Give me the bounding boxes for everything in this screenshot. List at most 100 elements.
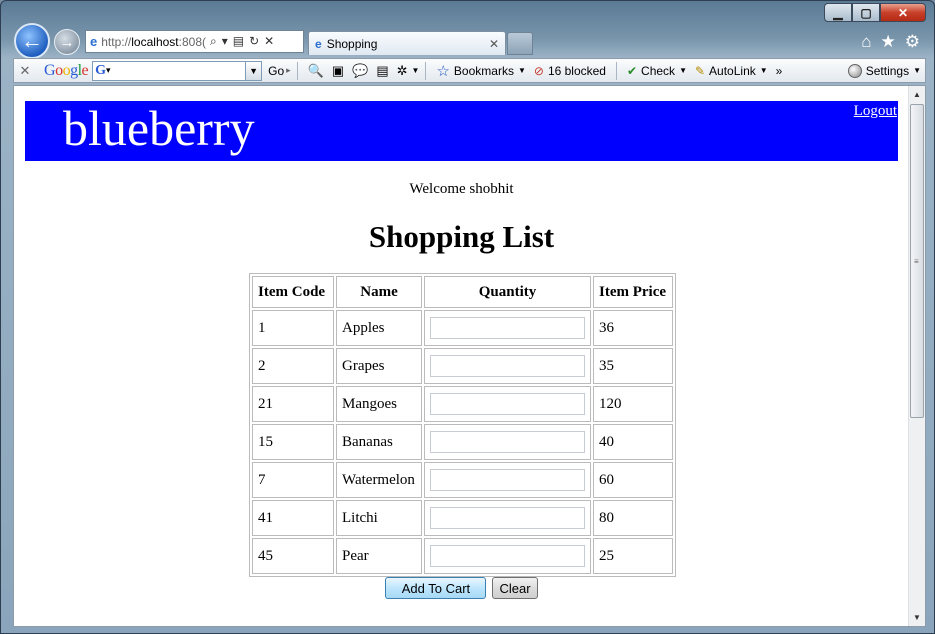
quantity-cell — [424, 424, 591, 460]
item-name-cell: Watermelon — [336, 462, 422, 498]
home-icon[interactable]: ⌂ — [861, 32, 871, 52]
search-options-icon[interactable]: 🔍 — [308, 63, 324, 79]
bookmark-star-icon: ☆ — [436, 62, 450, 80]
quantity-input[interactable] — [430, 469, 585, 491]
google-toolbar: ✕ Google G ▾ ▼ Go ▸ 🔍 ▣ 💬 ▤ ✲ ▼ ☆ Bookmark… — [13, 58, 926, 83]
scroll-down-arrow-icon[interactable]: ▼ — [909, 609, 925, 626]
search-type-caret-icon[interactable]: ▾ — [106, 65, 111, 76]
item-code-cell: 41 — [252, 500, 334, 536]
item-name-cell: Bananas — [336, 424, 422, 460]
item-name-cell: Litchi — [336, 500, 422, 536]
page-viewport: blueberry Logout Welcome shobhit Shoppin… — [13, 85, 926, 627]
item-price-cell: 40 — [593, 424, 673, 460]
page-title: Shopping List — [368, 219, 555, 254]
forward-button[interactable]: → — [54, 29, 80, 55]
item-name-cell: Grapes — [336, 348, 422, 384]
back-arrow-icon: ← — [21, 28, 43, 53]
item-code-cell: 15 — [252, 424, 334, 460]
google-search-input[interactable]: G ▾ ▼ — [92, 60, 263, 81]
maximize-button[interactable]: ▢ — [852, 3, 880, 22]
logout-link[interactable]: Logout — [854, 103, 897, 120]
autolink-menu[interactable]: ✎ AutoLink ▼ — [695, 64, 768, 78]
grip-icon: ≡ — [914, 257, 919, 266]
new-tab-button[interactable] — [507, 32, 533, 55]
item-code-cell: 7 — [252, 462, 334, 498]
window-controls: ▁ ▢ ✕ — [824, 3, 926, 22]
quantity-cell — [424, 348, 591, 384]
tab-shopping[interactable]: e Shopping ✕ — [308, 31, 506, 55]
address-prefix: http:// — [101, 34, 132, 49]
compat-view-icon[interactable]: ▤ — [233, 34, 244, 49]
popup-blocked-icon: ⊘ — [533, 63, 544, 78]
clear-button[interactable]: Clear — [492, 577, 538, 599]
table-row: 15 Bananas 40 — [252, 424, 673, 460]
refresh-icon[interactable]: ↻ — [249, 34, 259, 49]
quantity-cell — [424, 538, 591, 574]
item-name-cell: Mangoes — [336, 386, 422, 422]
more-chevron-button[interactable]: » — [776, 64, 783, 78]
settings-menu[interactable]: Settings ▼ — [847, 63, 921, 78]
quantity-input[interactable] — [430, 507, 585, 529]
item-price-cell: 36 — [593, 310, 673, 346]
close-window-button[interactable]: ✕ — [880, 3, 926, 22]
quantity-cell — [424, 462, 591, 498]
blocked-count-label: 16 blocked — [547, 63, 606, 78]
caret-down-icon: ▼ — [913, 66, 921, 75]
browser-window: ▁ ▢ ✕ ← → e http://localhost:808( ⌕ ▾ ▤ … — [0, 0, 935, 634]
quantity-input[interactable] — [430, 393, 585, 415]
image-search-icon[interactable]: ▣ — [332, 63, 344, 79]
item-price-cell: 35 — [593, 348, 673, 384]
favorites-star-icon[interactable]: ★ — [881, 32, 896, 52]
header-item-code: Item Code — [252, 276, 334, 308]
settings-label: Settings — [865, 63, 910, 78]
search-history-dropdown[interactable]: ▼ — [245, 61, 262, 80]
scrollbar-thumb[interactable]: ≡ — [910, 104, 924, 418]
bookmarks-menu[interactable]: ☆ Bookmarks ▼ — [436, 62, 525, 80]
tools-gear-icon[interactable]: ⚙ — [905, 32, 920, 52]
item-price-cell: 60 — [593, 462, 673, 498]
apps-caret-icon[interactable]: ▼ — [412, 66, 420, 75]
item-code-cell: 2 — [252, 348, 334, 384]
address-host: localhost — [131, 34, 179, 49]
spellcheck-menu[interactable]: ✔ Check ▼ — [627, 64, 687, 78]
command-icons: ⌂ ★ ⚙ — [861, 32, 920, 52]
address-bar[interactable]: e http://localhost:808( ⌕ ▾ ▤ ↻ ✕ — [85, 30, 304, 53]
vertical-scrollbar[interactable]: ▲ ≡ ▼ — [908, 86, 925, 626]
header-name: Name — [336, 276, 422, 308]
dropdown-caret-icon[interactable]: ▾ — [222, 34, 228, 49]
quantity-input[interactable] — [430, 545, 585, 567]
item-price-cell: 25 — [593, 538, 673, 574]
scroll-up-arrow-icon[interactable]: ▲ — [909, 86, 925, 103]
forward-arrow-icon: → — [59, 33, 75, 51]
tab-title: Shopping — [326, 36, 378, 51]
search-icon[interactable]: ⌕ — [210, 34, 217, 49]
cart-actions: Add To Cart Clear — [14, 577, 909, 599]
tab-close-icon[interactable]: ✕ — [489, 37, 499, 51]
toolbar-close-icon[interactable]: ✕ — [14, 63, 36, 79]
quantity-input[interactable] — [430, 317, 585, 339]
caret-down-icon: ▼ — [759, 66, 768, 75]
go-button[interactable]: Go — [268, 64, 284, 78]
minimize-button[interactable]: ▁ — [824, 3, 852, 22]
table-row: 2 Grapes 35 — [252, 348, 673, 384]
apps-icon[interactable]: ✲ — [397, 63, 408, 79]
item-code-cell: 1 — [252, 310, 334, 346]
toolbar-separator — [296, 61, 298, 80]
ie-tab-icon: e — [315, 36, 322, 51]
popup-blocker[interactable]: ⊘ 16 blocked — [534, 64, 606, 78]
stop-icon[interactable]: ✕ — [264, 34, 274, 49]
settings-wrench-icon — [847, 63, 862, 78]
news-icon[interactable]: ▤ — [376, 63, 388, 79]
back-button[interactable]: ← — [14, 23, 50, 59]
item-price-cell: 120 — [593, 386, 673, 422]
add-to-cart-button[interactable]: Add To Cart — [385, 577, 487, 599]
quantity-cell — [424, 386, 591, 422]
table-header-row: Item Code Name Quantity Item Price — [252, 276, 673, 308]
caret-down-icon: ▼ — [517, 66, 526, 75]
table-row: 1 Apples 36 — [252, 310, 673, 346]
item-name-cell: Apples — [336, 310, 422, 346]
chat-icon[interactable]: 💬 — [352, 63, 368, 79]
quantity-input[interactable] — [430, 431, 585, 453]
quantity-input[interactable] — [430, 355, 585, 377]
item-price-cell: 80 — [593, 500, 673, 536]
